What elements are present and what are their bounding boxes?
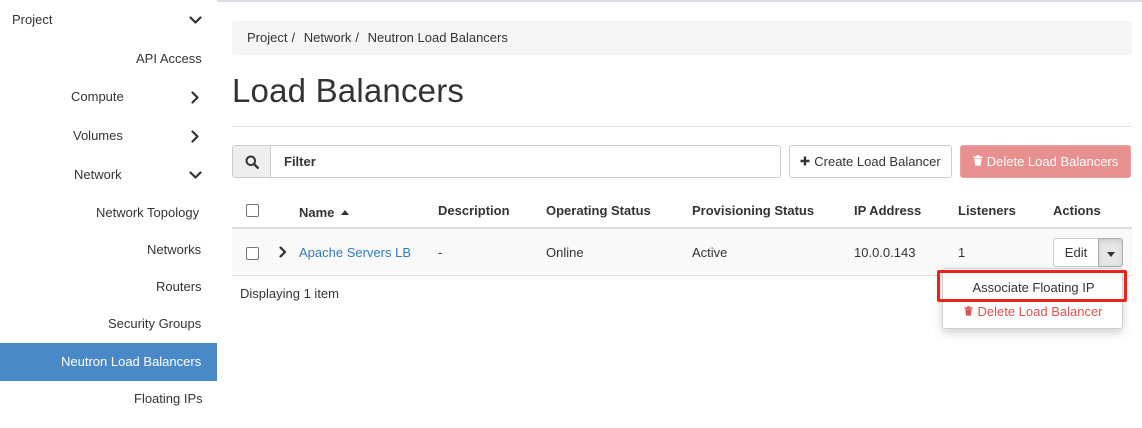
breadcrumb-item-current: Neutron Load Balancers: [367, 30, 508, 45]
sidebar-item-compute[interactable]: Compute: [0, 78, 217, 116]
sidebar-item-api-access[interactable]: API Access: [0, 40, 217, 78]
delete-load-balancers-button[interactable]: Delete Load Balancers: [960, 145, 1131, 178]
chevron-down-icon: [186, 156, 204, 194]
sidebar-item-volumes[interactable]: Volumes: [0, 117, 217, 155]
plus-icon: [800, 146, 810, 177]
breadcrumb: Project / Network / Neutron Load Balancers: [232, 21, 1132, 55]
breadcrumb-item-network[interactable]: Network: [304, 30, 352, 45]
title-divider: [232, 126, 1132, 127]
sidebar-item-label: Neutron Load Balancers: [61, 354, 202, 369]
sidebar-item-networks[interactable]: Networks: [0, 231, 217, 269]
row-checkbox[interactable]: [246, 247, 259, 260]
load-balancer-name-link[interactable]: Apache Servers LB: [299, 229, 411, 276]
sidebar-item-security-groups[interactable]: Security Groups: [0, 305, 217, 343]
sidebar-item-label: Compute: [71, 89, 124, 104]
column-header-label: Name: [299, 205, 335, 220]
sidebar-item-floating-ips[interactable]: Floating IPs: [0, 380, 217, 418]
cell-description: -: [438, 245, 443, 260]
sidebar-item-label: Network: [74, 167, 122, 182]
sort-up-icon: [341, 192, 350, 229]
chevron-down-icon: [186, 1, 204, 39]
sidebar-item-neutron-load-balancers[interactable]: Neutron Load Balancers: [0, 343, 217, 381]
cell-operating-status: Online: [546, 245, 584, 260]
chevron-right-icon[interactable]: [279, 229, 289, 276]
column-header-operating-status[interactable]: Operating Status: [546, 192, 651, 229]
trash-icon: [973, 146, 983, 177]
page-title: Load Balancers: [232, 72, 465, 109]
create-load-balancer-label: Create Load Balancer: [814, 154, 941, 169]
column-header-ip-address[interactable]: IP Address: [854, 192, 921, 229]
table-header: Name Description Operating Status Provis…: [232, 192, 1132, 229]
sidebar-item-label: Routers: [156, 279, 202, 294]
column-header-provisioning-status[interactable]: Provisioning Status: [692, 192, 814, 229]
filter-input[interactable]: [270, 145, 781, 178]
search-icon[interactable]: [232, 145, 271, 178]
breadcrumb-item-project[interactable]: Project: [247, 30, 287, 45]
caret-down-icon: [1106, 245, 1115, 260]
trash-icon: [964, 301, 974, 323]
delete-load-balancer-menu-item[interactable]: Delete Load Balancer: [943, 301, 1124, 323]
delete-load-balancer-label: Delete Load Balancer: [977, 304, 1103, 319]
table-footer-count: Displaying 1 item: [240, 286, 339, 301]
sidebar-item-project[interactable]: Project: [0, 1, 217, 39]
associate-floating-ip-menu-item[interactable]: Associate Floating IP: [943, 277, 1124, 299]
column-header-name[interactable]: Name: [299, 192, 350, 229]
sidebar: Project API Access Compute Volumes Netwo…: [0, 0, 217, 428]
sidebar-item-routers[interactable]: Routers: [0, 268, 217, 306]
breadcrumb-separator: /: [355, 30, 360, 45]
column-header-listeners[interactable]: Listeners: [958, 192, 1016, 229]
column-header-actions: Actions: [1053, 203, 1101, 218]
chevron-right-icon: [186, 78, 204, 116]
sidebar-item-label: Networks: [147, 242, 202, 257]
actions-dropdown-toggle[interactable]: [1098, 238, 1123, 267]
actions-dropdown-menu: Associate Floating IP Delete Load Balanc…: [942, 268, 1123, 329]
sidebar-item-label: Network Topology: [96, 205, 200, 220]
sidebar-item-label: Project: [12, 12, 53, 27]
sidebar-item-label: Floating IPs: [134, 391, 203, 406]
edit-button[interactable]: Edit: [1053, 238, 1099, 267]
sidebar-item-network[interactable]: Network: [0, 156, 217, 194]
chevron-right-icon: [186, 117, 204, 155]
sidebar-item-network-topology[interactable]: Network Topology: [0, 194, 217, 232]
sidebar-item-label: Security Groups: [108, 316, 202, 331]
select-all-checkbox[interactable]: [246, 204, 259, 217]
column-header-description[interactable]: Description: [438, 192, 510, 229]
sidebar-item-label: API Access: [136, 51, 202, 66]
sidebar-item-label: Volumes: [73, 128, 123, 143]
delete-load-balancers-label: Delete Load Balancers: [986, 154, 1119, 169]
breadcrumb-separator: /: [291, 30, 296, 45]
create-load-balancer-button[interactable]: Create Load Balancer: [789, 145, 952, 178]
cell-provisioning-status: Active: [692, 245, 728, 260]
cell-ip-address: 10.0.0.143: [854, 245, 916, 260]
